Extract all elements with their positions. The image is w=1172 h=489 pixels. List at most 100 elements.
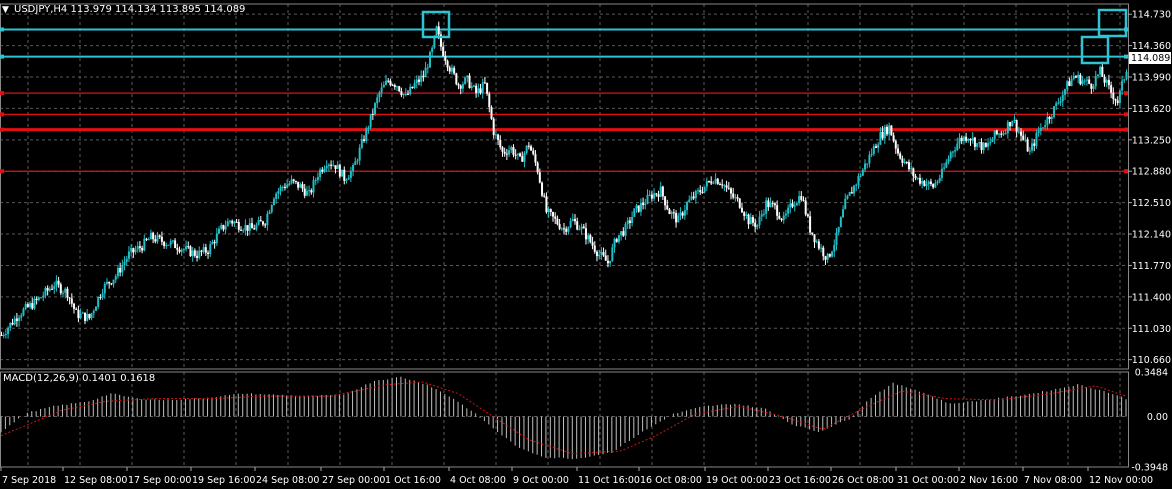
candle-body bbox=[1092, 86, 1095, 89]
candle-body bbox=[1031, 143, 1034, 151]
candle-body bbox=[771, 202, 774, 204]
candle-body bbox=[286, 184, 289, 188]
candle-body bbox=[231, 220, 234, 224]
candle-body bbox=[1121, 80, 1124, 91]
candle-body bbox=[543, 195, 546, 197]
candle-body bbox=[457, 84, 460, 86]
candle-body bbox=[301, 184, 304, 189]
macd-tick-label: 0.00 bbox=[1147, 412, 1168, 423]
line-anchor-left bbox=[0, 127, 4, 132]
candle-body bbox=[725, 185, 728, 188]
candle-body bbox=[839, 217, 842, 227]
candle-body bbox=[587, 235, 590, 240]
candle-body bbox=[171, 240, 174, 242]
candle-body bbox=[875, 146, 878, 148]
candle-body bbox=[75, 308, 78, 310]
candle-body bbox=[268, 211, 271, 214]
candle-body bbox=[681, 212, 684, 216]
candle-body bbox=[246, 225, 249, 231]
candle-body bbox=[664, 196, 667, 206]
candle-body bbox=[1013, 120, 1016, 122]
candle-body bbox=[226, 221, 229, 227]
time-tick-label: 4 Oct 08:00 bbox=[450, 475, 506, 486]
candle-body bbox=[582, 226, 585, 229]
candle-body bbox=[628, 220, 631, 223]
candle-body bbox=[655, 193, 658, 195]
candle-body bbox=[945, 162, 948, 168]
candle-body bbox=[35, 298, 38, 301]
candle-body bbox=[789, 203, 792, 208]
candle-body bbox=[723, 185, 726, 187]
macd-tick-label: 0.3484 bbox=[1135, 368, 1168, 379]
candle-body bbox=[864, 163, 867, 170]
candle-body bbox=[600, 252, 603, 255]
candle-body bbox=[70, 298, 73, 304]
candle-body bbox=[1035, 132, 1038, 146]
line-anchor-right bbox=[1124, 169, 1128, 174]
candle-body bbox=[283, 186, 286, 188]
candle-body bbox=[187, 246, 190, 248]
candle-body bbox=[721, 184, 724, 186]
candle-body bbox=[213, 241, 216, 244]
chart-root: 114.730 114.360 113.990 113.620 113.250 112.8… bbox=[0, 0, 1172, 489]
candle-body bbox=[1123, 79, 1126, 81]
candle-body bbox=[494, 134, 497, 136]
candle-body bbox=[468, 75, 471, 88]
candle-body bbox=[791, 203, 794, 207]
candle-body bbox=[859, 175, 862, 177]
candle-body bbox=[912, 168, 915, 177]
candle-body bbox=[989, 142, 992, 144]
current-price-label: 114.089 bbox=[1131, 53, 1170, 64]
candle-body bbox=[743, 212, 746, 216]
candle-body bbox=[635, 205, 638, 209]
candle-body bbox=[332, 165, 335, 167]
candle-body bbox=[264, 224, 267, 226]
candle-body bbox=[272, 198, 275, 205]
candle-body bbox=[1059, 101, 1062, 103]
candle-body bbox=[831, 251, 834, 257]
candle-body bbox=[653, 193, 656, 199]
candle-body bbox=[705, 181, 708, 187]
candle-body bbox=[604, 255, 607, 261]
candle-body bbox=[1088, 79, 1091, 84]
candle-body bbox=[461, 83, 464, 89]
candle-body bbox=[9, 322, 12, 328]
candle-body bbox=[391, 85, 394, 87]
candle-body bbox=[393, 85, 396, 87]
price-tick-label: 112.510 bbox=[1132, 198, 1171, 209]
candle-body bbox=[938, 178, 941, 182]
candle-body bbox=[202, 247, 205, 252]
candle-body bbox=[477, 88, 480, 94]
candle-body bbox=[666, 205, 669, 210]
candle-body bbox=[1033, 143, 1036, 146]
candle-body bbox=[712, 182, 715, 184]
candle-body bbox=[842, 209, 845, 218]
candle-body bbox=[833, 244, 836, 252]
candle-body bbox=[417, 79, 420, 82]
candle-body bbox=[719, 184, 722, 186]
candle-body bbox=[798, 195, 801, 204]
candle-body bbox=[890, 125, 893, 136]
candle-body bbox=[182, 249, 185, 251]
candle-body bbox=[437, 26, 440, 35]
candle-body bbox=[154, 239, 157, 242]
candle-body bbox=[7, 327, 10, 335]
candle-body bbox=[24, 304, 27, 309]
macd-tick-label: -0.3948 bbox=[1131, 463, 1168, 474]
candle-body bbox=[536, 162, 539, 173]
candle-body bbox=[123, 261, 126, 266]
candle-body bbox=[138, 246, 141, 248]
candle-body bbox=[94, 306, 97, 311]
candle-body bbox=[53, 286, 56, 289]
candle-body bbox=[40, 297, 43, 299]
candle-body bbox=[310, 190, 313, 193]
candle-body bbox=[872, 146, 875, 154]
candle-body bbox=[780, 218, 783, 221]
candle-body bbox=[951, 151, 954, 153]
candle-body bbox=[330, 164, 333, 166]
candle-body bbox=[861, 169, 864, 176]
price-tick-label: 111.030 bbox=[1132, 324, 1171, 335]
time-tick-label: 2 Nov 16:00 bbox=[960, 475, 1018, 486]
candle-body bbox=[1081, 80, 1084, 85]
candle-body bbox=[112, 279, 115, 285]
